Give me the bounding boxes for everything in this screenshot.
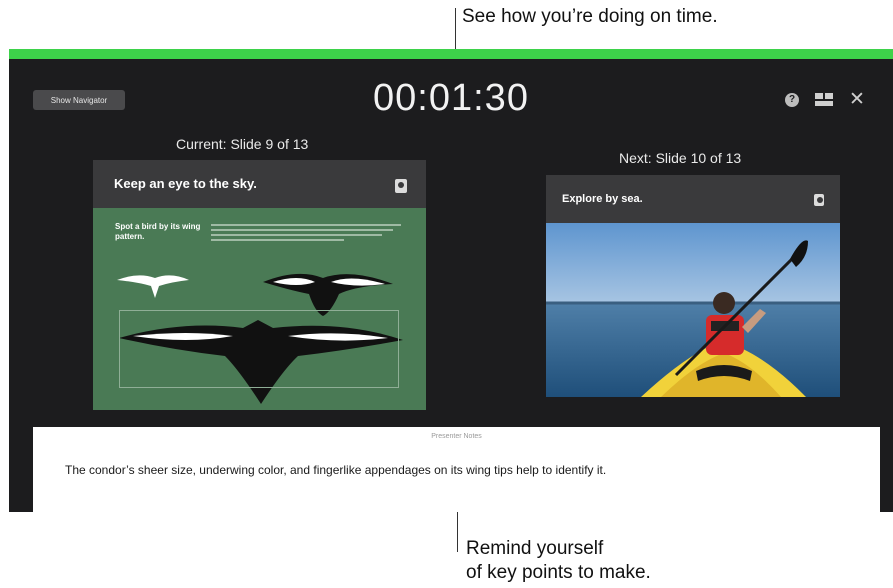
current-slide-preview[interactable]: Keep an eye to the sky. Spot a bird by i…	[93, 160, 426, 410]
presenter-notes-text[interactable]: The condor’s sheer size, underwing color…	[65, 463, 606, 477]
callout-notes-line-1: Remind yourself	[466, 538, 604, 559]
presenter-notes-panel[interactable]: Presenter Notes The condor’s sheer size,…	[33, 427, 880, 513]
close-icon[interactable]: ✕	[849, 88, 865, 111]
callout-notes-line-2: of key points to make.	[466, 562, 651, 583]
timer-progress-bar	[9, 49, 893, 59]
pin-icon	[814, 194, 824, 206]
help-icon[interactable]: ?	[785, 93, 799, 107]
current-slide-label: Current: Slide 9 of 13	[176, 136, 309, 152]
callout-leader-bottom	[457, 512, 458, 552]
layout-icon[interactable]	[815, 93, 833, 106]
next-slide-label: Next: Slide 10 of 13	[619, 150, 742, 166]
presenter-notes-label: Presenter Notes	[431, 433, 482, 440]
next-slide-title: Explore by sea.	[562, 193, 643, 205]
callout-timer: See how you’re doing on time.	[462, 6, 718, 27]
next-slide-preview[interactable]: Explore by sea.	[546, 175, 840, 397]
bird-diagram-frame	[119, 310, 399, 388]
presenter-display: Show Navigator 00:01:30 ? ✕ Current: Sli…	[9, 59, 893, 513]
callout-notes: Remind yourself of key points to make.	[466, 537, 651, 585]
elapsed-time-clock[interactable]: 00:01:30	[9, 77, 893, 120]
